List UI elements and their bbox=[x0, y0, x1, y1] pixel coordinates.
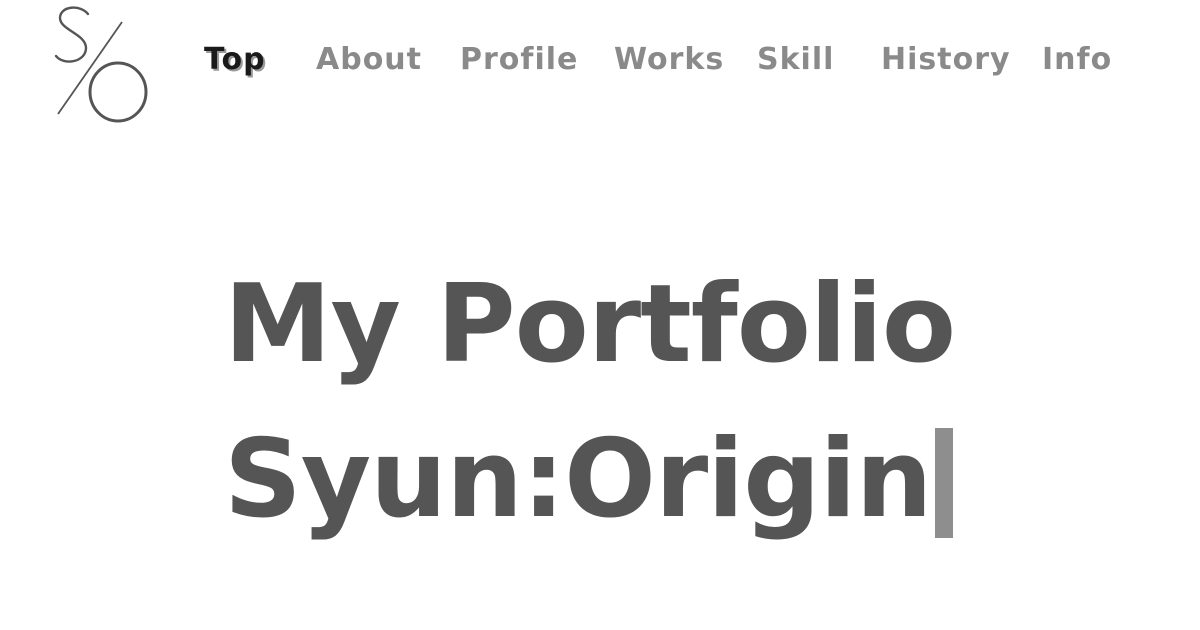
hero-title: My Portfolio bbox=[224, 262, 956, 387]
nav-item-top[interactable]: Top bbox=[204, 40, 266, 80]
nav-item-works[interactable]: Works bbox=[614, 40, 724, 80]
nav-item-profile[interactable]: Profile bbox=[460, 40, 578, 80]
nav-item-history[interactable]: History bbox=[881, 40, 1011, 80]
nav-item-skill[interactable]: Skill bbox=[757, 40, 834, 80]
hero-section: My Portfolio Syun:Origin bbox=[224, 250, 984, 560]
nav-item-info[interactable]: Info bbox=[1042, 40, 1112, 80]
hero-subtitle: Syun:Origin bbox=[224, 417, 932, 542]
hero-subtitle-line: Syun:Origin bbox=[224, 400, 984, 560]
main-nav: Top About Profile Works Skill History In… bbox=[0, 0, 1200, 120]
nav-item-about[interactable]: About bbox=[316, 40, 422, 80]
typing-cursor bbox=[935, 428, 954, 538]
